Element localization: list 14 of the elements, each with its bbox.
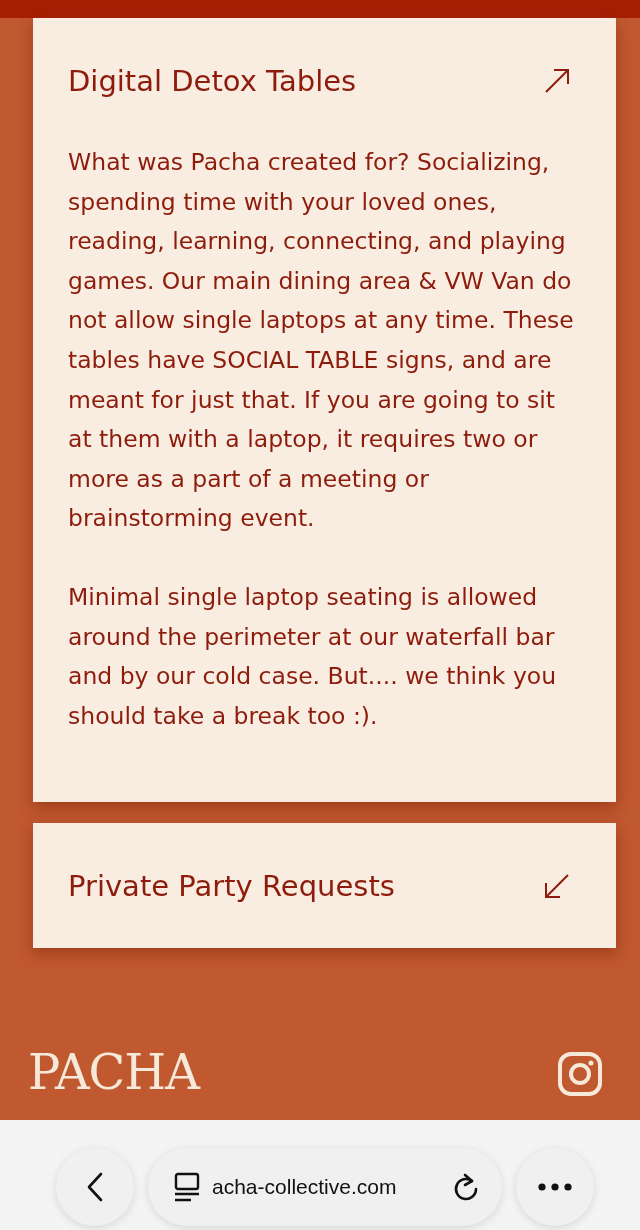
body-paragraph: What was Pacha created for? Socializing, spending time with your loved ones, reading, learning, connecting, and playing games. Our main dining area & VW Van do not allow single laptops at any time. These tables have SOCIAL TABLE signs, and are meant for just that. If you are going to sit at them with a laptop, it requires two or more as a part of a meeting or brainstorming event.	[68, 147, 575, 535]
logo[interactable]: PACHA	[28, 1048, 199, 1097]
body-paragraph: Minimal single laptop seating is allowed around the perimeter at our waterfall bar and by our cold case. But.... we think you should take a break too :).	[68, 581, 558, 732]
reload-icon[interactable]	[452, 1172, 480, 1203]
more-icon[interactable]	[537, 1182, 573, 1193]
address-bar[interactable]: acha-collective.com	[148, 1148, 502, 1227]
back-icon[interactable]	[85, 1171, 105, 1204]
url-text[interactable]: acha-collective.com	[212, 1175, 440, 1200]
section-title[interactable]: Private Party Requests	[68, 868, 395, 903]
arrow-up-right-icon[interactable]	[544, 67, 570, 94]
page-icon[interactable]	[174, 1172, 200, 1203]
arrow-down-left-icon[interactable]	[544, 872, 570, 899]
instagram-icon[interactable]	[558, 1052, 602, 1097]
section-title[interactable]: Digital Detox Tables	[68, 63, 357, 98]
